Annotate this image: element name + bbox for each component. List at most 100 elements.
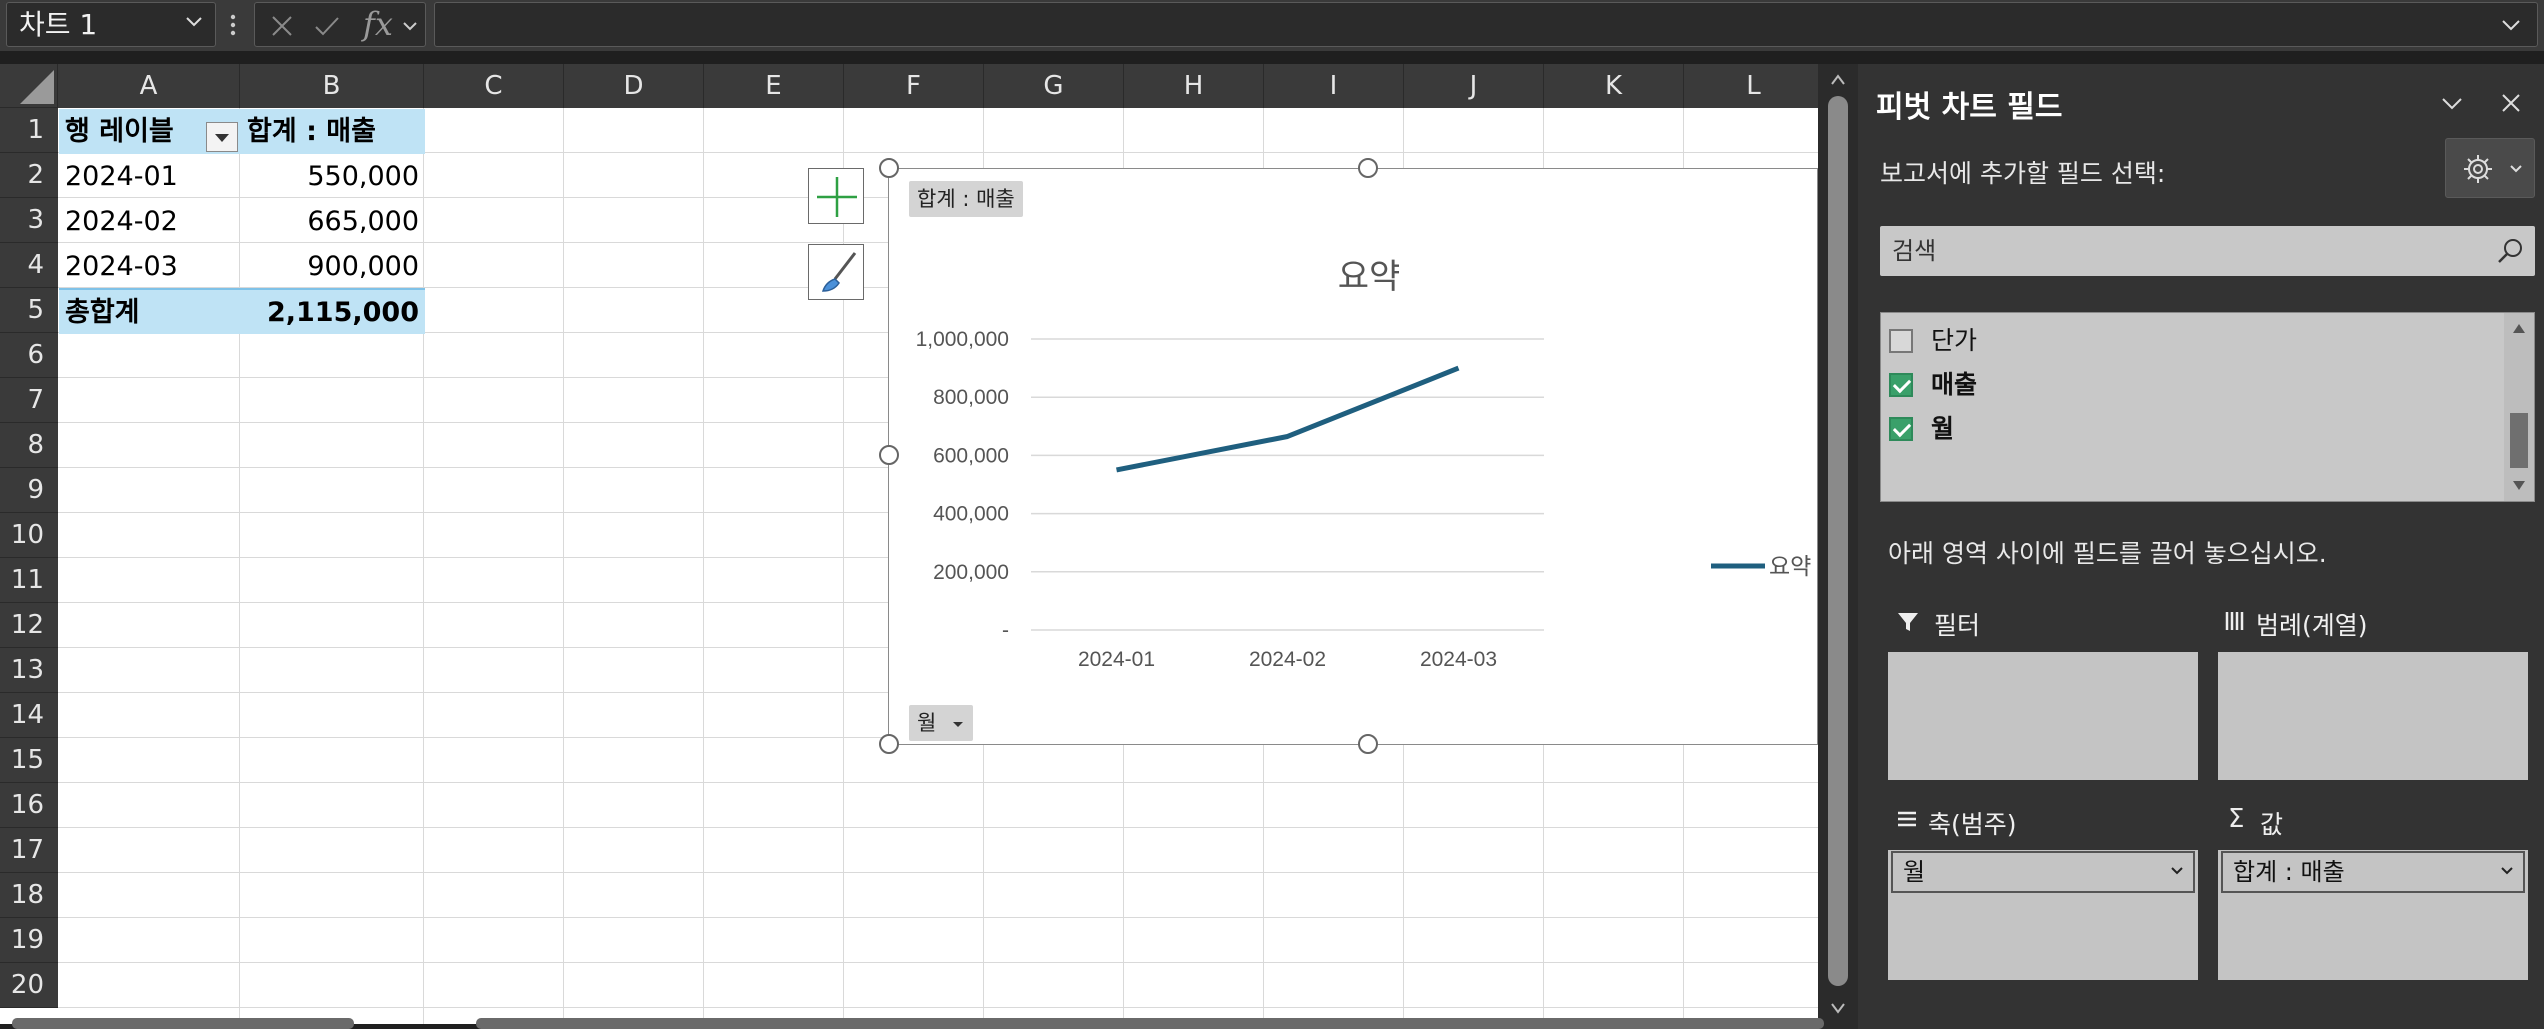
field-list-scrollbar[interactable]: [2504, 313, 2534, 501]
column-header[interactable]: D: [564, 64, 704, 108]
values-field-dropdown[interactable]: 합계 : 매출: [2221, 851, 2525, 893]
chevron-down-icon[interactable]: [2169, 863, 2185, 879]
row-header[interactable]: 13: [0, 648, 58, 693]
row-header[interactable]: 16: [0, 783, 58, 828]
worksheet-grid[interactable]: ABCDEFGHIJKL 1 2 3 4 5 6 7 8 9 10 11 12 13 14 15 16 17 18…: [0, 64, 1818, 1024]
chart-elements-button[interactable]: [808, 168, 864, 224]
chevron-down-icon[interactable]: [2438, 90, 2466, 118]
column-header[interactable]: E: [704, 64, 844, 108]
column-header[interactable]: H: [1124, 64, 1264, 108]
x-tick-label: 2024-01: [1078, 648, 1155, 671]
expand-formula-icon[interactable]: [2499, 13, 2523, 37]
field-list[interactable]: 단가 매출 월: [1880, 312, 2535, 502]
field-item-month[interactable]: 월: [1889, 409, 1954, 449]
pivot-row-value[interactable]: 900,000: [241, 244, 425, 289]
cancel-icon[interactable]: [269, 13, 295, 39]
column-header[interactable]: B: [240, 64, 424, 108]
pivot-grand-total-value[interactable]: 2,115,000: [241, 288, 425, 334]
legend-label[interactable]: 요약: [1769, 554, 1811, 580]
chevron-down-icon[interactable]: [2499, 863, 2515, 879]
pivot-row-label[interactable]: 2024-03: [59, 244, 241, 289]
gridline: [58, 917, 1818, 918]
checkbox[interactable]: [1889, 417, 1913, 441]
resize-handle[interactable]: [879, 734, 899, 754]
field-item-sales[interactable]: 매출: [1889, 365, 1977, 405]
row-header[interactable]: 10: [0, 513, 58, 558]
field-search-input[interactable]: 검색: [1880, 226, 2535, 276]
search-icon[interactable]: [2495, 236, 2525, 266]
column-header[interactable]: J: [1404, 64, 1544, 108]
pivot-row-value[interactable]: 665,000: [241, 199, 425, 244]
row-header[interactable]: 9: [0, 468, 58, 513]
resize-handle[interactable]: [879, 445, 899, 465]
row-header[interactable]: 17: [0, 828, 58, 873]
column-header[interactable]: A: [58, 64, 240, 108]
row-header[interactable]: 8: [0, 423, 58, 468]
row-header[interactable]: 1: [0, 108, 58, 153]
column-header[interactable]: C: [424, 64, 564, 108]
scroll-up-icon[interactable]: [2511, 321, 2527, 335]
formula-input[interactable]: [434, 2, 2538, 47]
vertical-scrollbar[interactable]: [1818, 64, 1858, 1029]
insert-function-button[interactable]: fx: [363, 5, 393, 43]
checkbox[interactable]: [1889, 329, 1913, 353]
field-label: 매출: [1931, 370, 1978, 399]
row-header[interactable]: 19: [0, 918, 58, 963]
row-header[interactable]: 2: [0, 153, 58, 198]
gear-icon: [2464, 155, 2492, 183]
axis-field-dropdown[interactable]: 월: [1891, 851, 2195, 893]
column-header[interactable]: F: [844, 64, 984, 108]
tools-button[interactable]: [2445, 138, 2535, 198]
row-header[interactable]: 5: [0, 288, 58, 333]
chevron-down-icon[interactable]: [183, 11, 205, 33]
row-header[interactable]: 7: [0, 378, 58, 423]
column-header[interactable]: L: [1684, 64, 1818, 108]
chevron-down-icon[interactable]: [401, 17, 419, 35]
name-box[interactable]: 차트 1: [6, 2, 216, 47]
drag-instruction: 아래 영역 사이에 필드를 끌어 놓으십시오.: [1888, 539, 2327, 568]
chart-styles-button[interactable]: [808, 244, 864, 300]
row-header[interactable]: 12: [0, 603, 58, 648]
axis-field-button[interactable]: 월: [909, 705, 974, 741]
row-header[interactable]: 15: [0, 738, 58, 783]
search-placeholder: 검색: [1892, 237, 1937, 265]
more-options-icon[interactable]: [226, 10, 240, 40]
row-header[interactable]: 20: [0, 963, 58, 1008]
column-header[interactable]: G: [984, 64, 1124, 108]
resize-handle[interactable]: [879, 158, 899, 178]
resize-handle[interactable]: [1358, 734, 1378, 754]
column-header[interactable]: I: [1264, 64, 1404, 108]
enter-icon[interactable]: [313, 13, 341, 39]
scroll-down-icon[interactable]: [1828, 998, 1848, 1018]
select-all-corner[interactable]: [0, 64, 58, 108]
scroll-thumb[interactable]: [2510, 413, 2528, 468]
horizontal-scrollbar[interactable]: [476, 1018, 1824, 1029]
row-header[interactable]: 3: [0, 198, 58, 243]
sheet-tab-scroll[interactable]: [12, 1018, 354, 1029]
row-header[interactable]: 6: [0, 333, 58, 378]
row-header[interactable]: 18: [0, 873, 58, 918]
x-tick-label: 2024-03: [1420, 648, 1497, 671]
scroll-down-icon[interactable]: [2511, 479, 2527, 493]
close-icon[interactable]: [2498, 90, 2524, 116]
pivot-row-label[interactable]: 2024-02: [59, 199, 241, 244]
filter-area[interactable]: [1888, 652, 2198, 780]
pivot-row-value[interactable]: 550,000: [241, 154, 425, 199]
scroll-thumb[interactable]: [1828, 96, 1848, 986]
pivot-chart[interactable]: 합계 : 매출 요약 1,000,000 800,000 600,000 400,00…: [888, 168, 1818, 745]
field-item-unit-price[interactable]: 단가: [1889, 321, 1977, 361]
values-area-title: 값: [2260, 810, 2284, 839]
pivot-filter-dropdown[interactable]: [206, 122, 238, 152]
scroll-up-icon[interactable]: [1828, 70, 1848, 90]
pivot-grand-total-label[interactable]: 총합계: [59, 288, 241, 334]
legend-area[interactable]: [2218, 652, 2528, 780]
pivot-value-header[interactable]: 합계 : 매출: [241, 109, 425, 154]
pivot-row-label[interactable]: 2024-01: [59, 154, 241, 199]
row-header[interactable]: 14: [0, 693, 58, 738]
row-header[interactable]: 11: [0, 558, 58, 603]
row-header[interactable]: 4: [0, 243, 58, 288]
column-header[interactable]: K: [1544, 64, 1684, 108]
resize-handle[interactable]: [1358, 158, 1378, 178]
checkbox[interactable]: [1889, 373, 1913, 397]
chart-plot[interactable]: 1,000,000 800,000 600,000 400,000 200,000 - 20…: [889, 169, 1818, 745]
